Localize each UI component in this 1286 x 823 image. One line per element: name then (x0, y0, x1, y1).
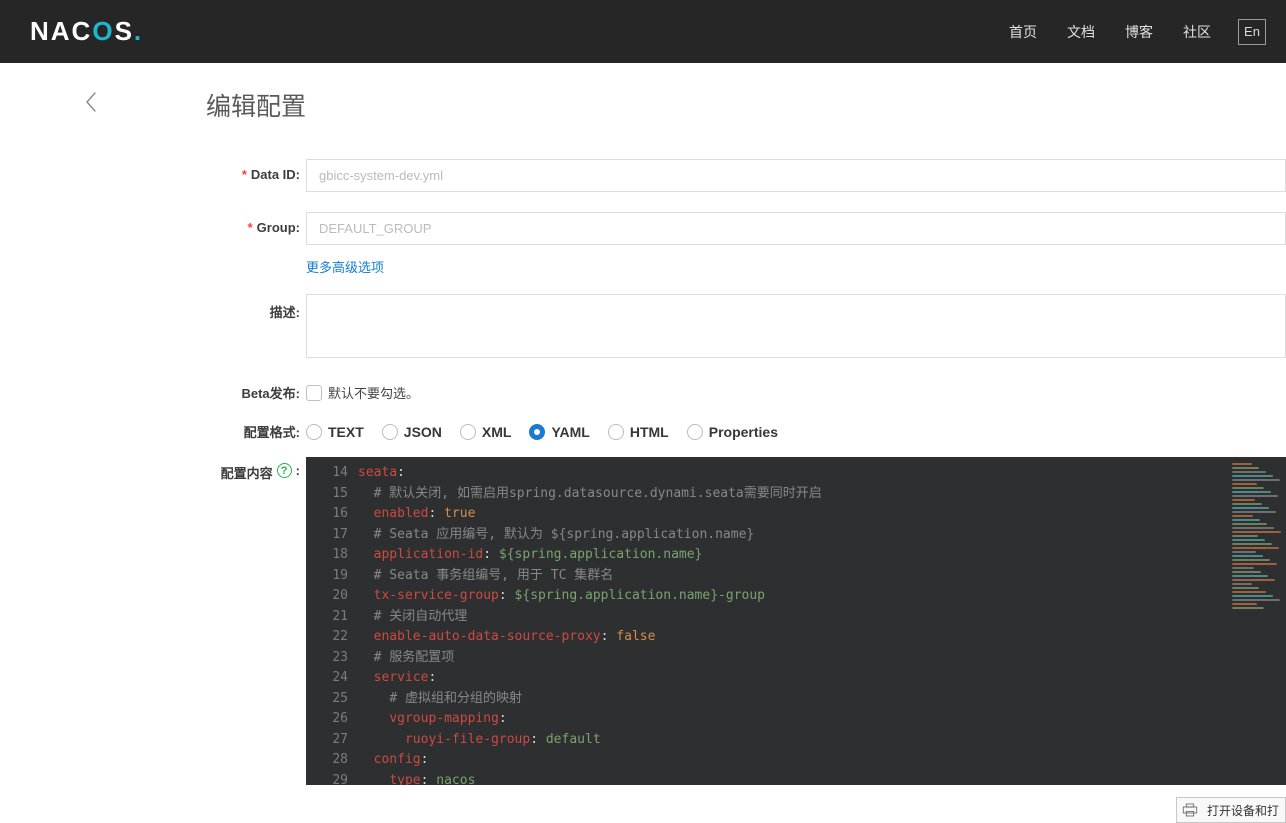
help-icon[interactable]: ? (277, 463, 292, 478)
app-header: NACOS. 首页 文档 博客 社区 En (0, 0, 1286, 63)
main-panel: 编辑配置 *Data ID: *Group: 更多高级选项 描述 (186, 63, 1286, 823)
content-label: 配置内容 ? : (206, 457, 306, 482)
brand-dot: . (134, 16, 143, 46)
format-label: 配置格式: (206, 422, 306, 441)
nav-item-0[interactable]: 首页 (1009, 22, 1037, 42)
language-toggle[interactable]: En (1238, 19, 1266, 45)
group-label: *Group: (206, 212, 306, 235)
top-nav: 首页 文档 博客 社区 En (994, 0, 1266, 63)
beta-hint: 默认不要勾选。 (328, 383, 419, 402)
brand-logo: NACOS. (30, 16, 143, 47)
brand-text-2: S (115, 16, 134, 46)
format-radio-group: TEXT JSON XML YAML HTML Properties (306, 424, 1286, 440)
format-radio-properties[interactable]: Properties (687, 424, 778, 440)
nav-item-2[interactable]: 博客 (1125, 22, 1153, 42)
desc-label: 描述: (206, 294, 306, 321)
nav-item-3[interactable]: 社区 (1183, 22, 1211, 42)
printer-icon (1181, 802, 1199, 818)
nav-item-1[interactable]: 文档 (1067, 22, 1095, 42)
data-id-input (306, 159, 1286, 192)
group-input (306, 212, 1286, 245)
beta-label: Beta发布: (206, 383, 306, 402)
editor-content[interactable]: seata: # 默认关闭, 如需启用spring.datasource.dyn… (356, 457, 1224, 785)
format-radio-xml[interactable]: XML (460, 424, 512, 440)
format-radio-json[interactable]: JSON (382, 424, 442, 440)
sidebar (0, 63, 186, 823)
more-advanced-link[interactable]: 更多高级选项 (306, 257, 384, 276)
data-id-label: *Data ID: (206, 159, 306, 182)
os-notification[interactable]: 打开设备和打 (1176, 797, 1286, 823)
back-button[interactable] (84, 91, 186, 118)
code-editor[interactable]: 14151617181920212223242526272829 seata: … (306, 457, 1286, 785)
beta-checkbox[interactable] (306, 385, 322, 401)
format-radio-html[interactable]: HTML (608, 424, 669, 440)
os-notification-text: 打开设备和打 (1207, 802, 1279, 819)
editor-gutter: 14151617181920212223242526272829 (306, 457, 356, 785)
brand-text-1: NAC (30, 16, 92, 46)
desc-textarea[interactable] (306, 294, 1286, 358)
format-radio-yaml[interactable]: YAML (529, 424, 589, 440)
format-radio-text[interactable]: TEXT (306, 424, 364, 440)
brand-text-o: O (92, 16, 114, 46)
editor-minimap[interactable] (1224, 457, 1286, 785)
page-title: 编辑配置 (206, 87, 1286, 123)
chevron-left-icon (84, 91, 100, 113)
